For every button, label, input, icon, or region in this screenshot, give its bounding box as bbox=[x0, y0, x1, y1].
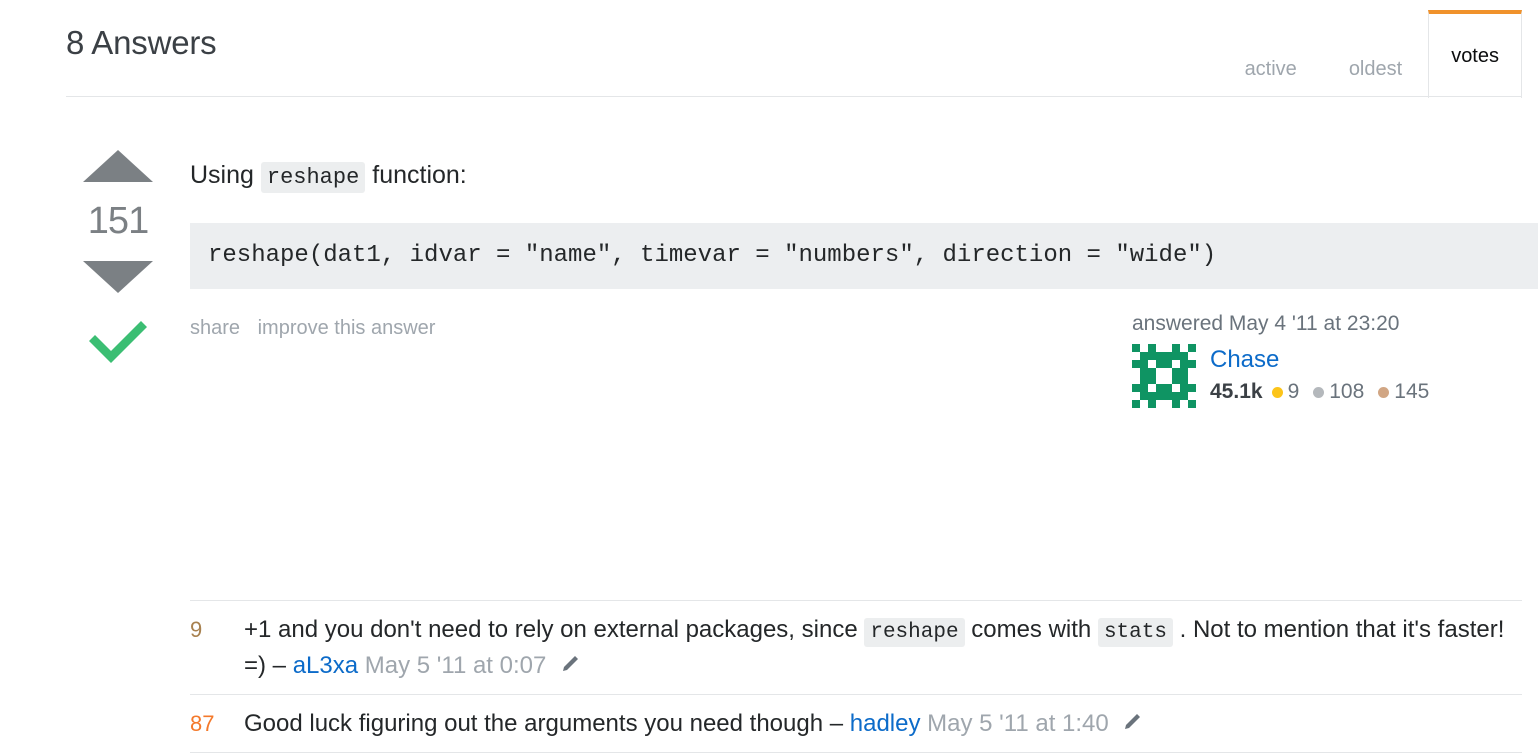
vote-cell: 151 bbox=[78, 130, 158, 370]
silver-badge-icon bbox=[1313, 386, 1325, 398]
upvote-icon[interactable] bbox=[83, 150, 153, 182]
header-divider bbox=[66, 96, 1522, 97]
silver-badge-count: 108 bbox=[1329, 380, 1365, 403]
identicon-avatar[interactable] bbox=[1132, 344, 1196, 408]
user-name-link[interactable]: Chase bbox=[1210, 346, 1443, 374]
gold-badge-icon bbox=[1271, 386, 1283, 398]
answer-user-card: answered May 4 '11 at 23:20 Chase 45.1k … bbox=[1132, 312, 1522, 408]
sort-tabs: active oldest votes bbox=[1219, 10, 1522, 98]
tab-active[interactable]: active bbox=[1219, 40, 1323, 98]
answers-header: 8 Answers active oldest votes bbox=[66, 10, 1522, 98]
inline-code-stats: stats bbox=[1097, 618, 1173, 647]
code-block: reshape(dat1, idvar = "name", timevar = … bbox=[190, 223, 1538, 289]
page-title: 8 Answers bbox=[66, 24, 217, 61]
answered-timestamp: answered May 4 '11 at 23:20 bbox=[1132, 312, 1400, 335]
comment-text-part-2: comes with bbox=[971, 616, 1092, 643]
reputation-value: 45.1k bbox=[1210, 380, 1263, 403]
gold-badge-count: 9 bbox=[1287, 380, 1300, 403]
comment-date: May 5 '11 at 1:40 bbox=[927, 710, 1109, 737]
tab-oldest[interactable]: oldest bbox=[1323, 40, 1428, 98]
pencil-icon[interactable] bbox=[559, 653, 581, 675]
comment-score: 87 bbox=[190, 711, 215, 736]
bronze-badge-count: 145 bbox=[1394, 380, 1430, 403]
comment-author-link[interactable]: aL3xa bbox=[293, 652, 358, 679]
share-link[interactable]: share bbox=[190, 317, 240, 339]
answer-intro-paragraph: Using reshape function: bbox=[190, 158, 1538, 195]
inline-code-reshape: reshape bbox=[260, 162, 366, 193]
inline-code-reshape: reshape bbox=[864, 618, 965, 647]
comment-row: 9 +1 and you don't need to rely on exter… bbox=[190, 600, 1522, 694]
downvote-icon[interactable] bbox=[83, 261, 153, 293]
comments-list: 9 +1 and you don't need to rely on exter… bbox=[190, 600, 1522, 753]
vote-count: 151 bbox=[87, 200, 149, 242]
user-reputation-badges: 45.1k 9 108 145 bbox=[1210, 380, 1443, 404]
comment-row: 87 Good luck figuring out the arguments … bbox=[190, 694, 1522, 753]
tab-votes[interactable]: votes bbox=[1428, 10, 1522, 98]
bronze-badge-icon bbox=[1378, 386, 1390, 398]
comment-date: May 5 '11 at 0:07 bbox=[364, 652, 547, 679]
comment-text-part-1: +1 and you don't need to rely on externa… bbox=[244, 616, 858, 643]
checkmark-icon bbox=[89, 321, 147, 363]
improve-answer-link[interactable]: improve this answer bbox=[258, 317, 436, 339]
comment-text: +1 and you don't need to rely on externa… bbox=[244, 613, 1522, 682]
answer-body: Using reshape function: reshape(dat1, id… bbox=[190, 130, 1538, 340]
user-info: Chase 45.1k 9 108 145 bbox=[1210, 344, 1443, 404]
comment-author-link[interactable]: hadley bbox=[850, 710, 921, 737]
comment-score: 9 bbox=[190, 617, 203, 642]
comment-text-part-1: Good luck figuring out the arguments you… bbox=[244, 710, 844, 737]
intro-text-after: function: bbox=[372, 161, 467, 189]
intro-text-before: Using bbox=[190, 161, 254, 189]
pencil-icon[interactable] bbox=[1121, 711, 1143, 733]
answers-page: 8 Answers active oldest votes 151 Using … bbox=[0, 0, 1538, 753]
user-row: Chase 45.1k 9 108 145 bbox=[1132, 344, 1522, 408]
comment-text: Good luck figuring out the arguments you… bbox=[244, 707, 1522, 740]
